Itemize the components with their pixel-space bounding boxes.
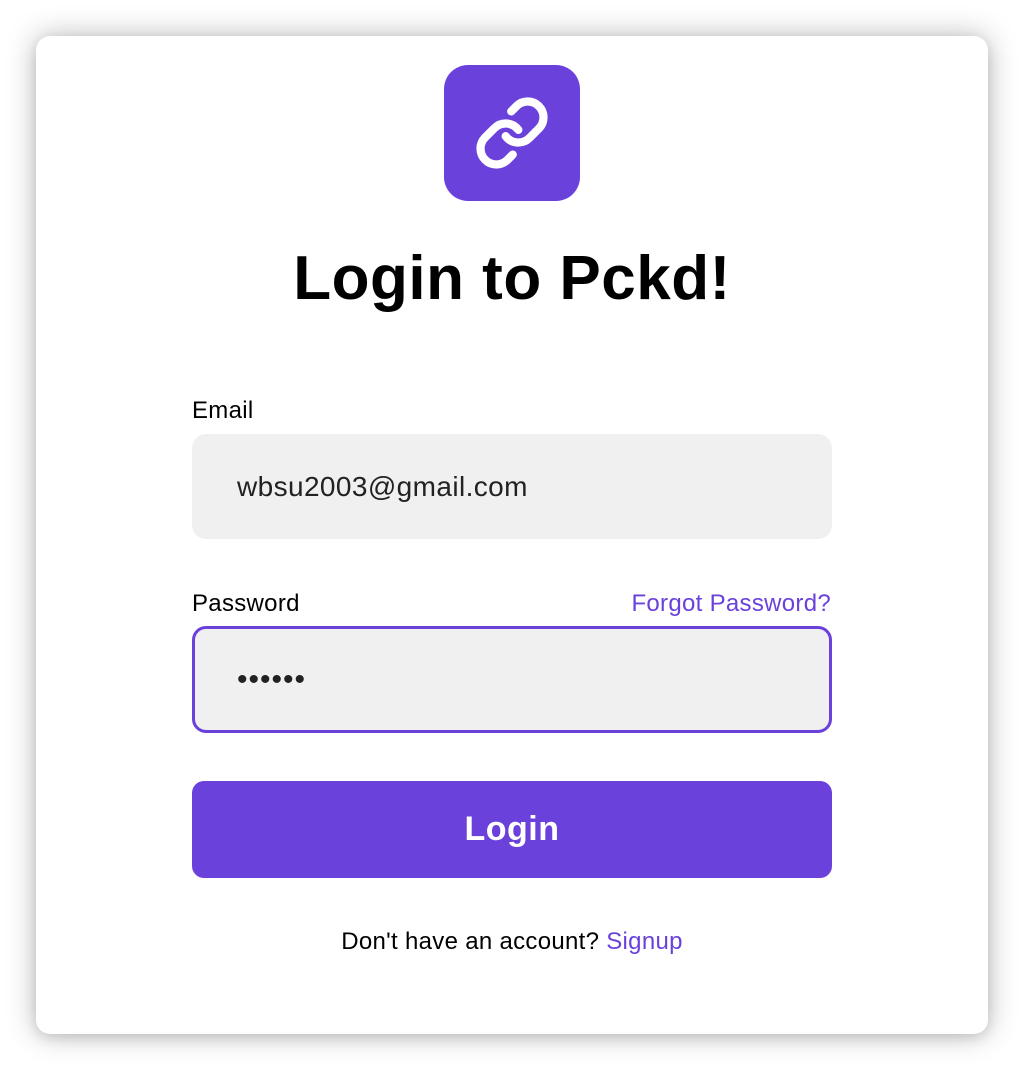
login-button[interactable]: Login (192, 781, 832, 878)
password-label: Password (192, 590, 300, 617)
forgot-password-link[interactable]: Forgot Password? (631, 589, 831, 619)
signup-prompt: Don't have an account? Signup (36, 926, 988, 958)
email-label: Email (192, 397, 254, 424)
login-card: Login to Pckd! Email Password Forgot Pas… (36, 36, 988, 1034)
email-field[interactable] (192, 434, 832, 539)
password-field[interactable] (192, 626, 832, 733)
app-logo (444, 65, 580, 201)
signup-link[interactable]: Signup (606, 928, 683, 955)
signup-prompt-text: Don't have an account? (341, 928, 600, 955)
link-icon (476, 97, 548, 169)
page-title: Login to Pckd! (293, 244, 731, 313)
